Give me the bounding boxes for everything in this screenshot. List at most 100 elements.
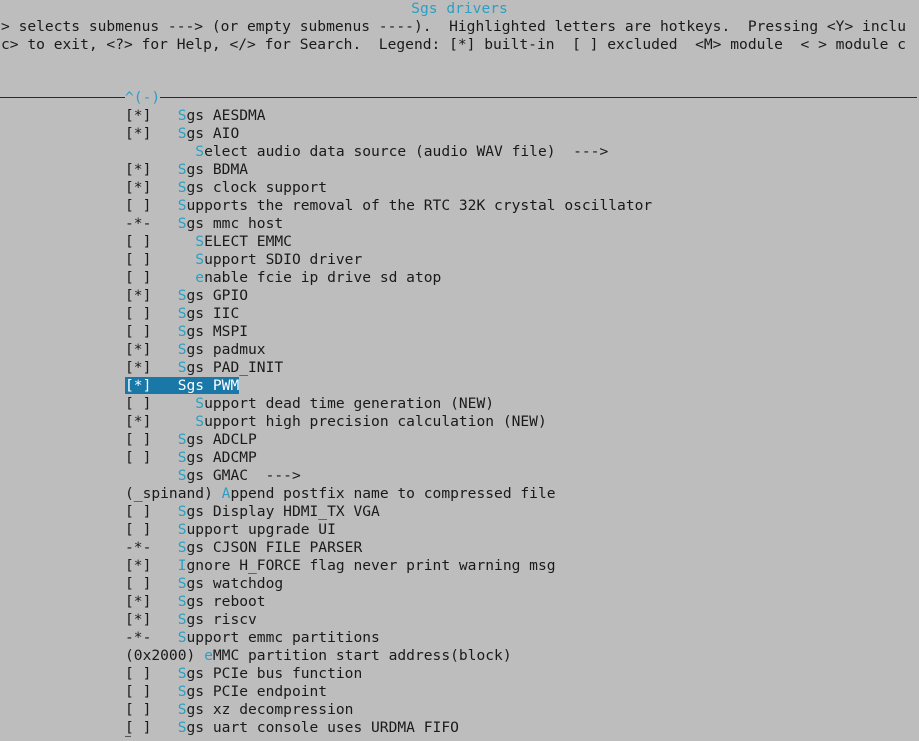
menu-item-label: gs reboot — [186, 593, 266, 610]
menu-item[interactable]: [*] Sgs GPIO — [125, 287, 248, 305]
menu-item-hotkey: S — [177, 287, 187, 304]
menu-item[interactable]: [ ] Supports the removal of the RTC 32K … — [125, 197, 652, 215]
menu-item-state — [125, 467, 178, 484]
menu-item-label: gs IIC — [186, 305, 240, 322]
menu-item-state: [*] — [125, 557, 178, 574]
menu-item-hotkey: I — [177, 557, 187, 574]
menu-item-hotkey: S — [177, 683, 187, 700]
scroll-down-indicator[interactable]: ― — [125, 732, 131, 741]
menu-item-label: ppend postfix name to compressed file — [230, 485, 556, 502]
menu-item-hotkey: S — [177, 215, 187, 232]
menu-item-label: gs clock support — [186, 179, 328, 196]
menu-item-label: gs PCIe bus function — [186, 665, 363, 682]
menu-item[interactable]: [ ] Sgs ADCLP — [125, 431, 257, 449]
scroll-up-indicator[interactable]: ^(-) — [125, 89, 161, 107]
menu-item-state: [ ] — [125, 575, 178, 592]
menu-item-state: [ ] — [125, 503, 178, 520]
menu-item-hotkey: e — [195, 269, 205, 286]
menu-item-hotkey: S — [177, 341, 187, 358]
menu-item-state: [*] — [125, 287, 178, 304]
menu-item-label: gs PCIe endpoint — [186, 683, 328, 700]
menu-item[interactable]: (_spinand) Append postfix name to compre… — [125, 485, 556, 503]
menu-item-state: [ ] — [125, 269, 196, 286]
menu-item[interactable]: Select audio data source (audio WAV file… — [125, 143, 608, 161]
menu-item[interactable]: [*] Sgs riscv — [125, 611, 257, 629]
menu-item-label: upport high precision calculation (NEW) — [204, 413, 547, 430]
menu-item-state: [*] — [125, 413, 196, 430]
menu-item[interactable]: [ ] Sgs PCIe bus function — [125, 665, 362, 683]
menu-item-hotkey: S — [177, 593, 187, 610]
menu-item-hotkey: S — [177, 539, 187, 556]
menu-item-hotkey: S — [177, 431, 187, 448]
menu-item[interactable]: [ ] Support SDIO driver — [125, 251, 362, 269]
menu-item-state — [125, 143, 195, 160]
menu-item[interactable]: -*- Sgs mmc host — [125, 215, 283, 233]
menu-item-hotkey: S — [177, 521, 187, 538]
menu-item-state: [ ] — [125, 449, 178, 466]
menu-item-state: [*] — [125, 107, 178, 124]
menu-item-hotkey: S — [177, 305, 187, 322]
menu-item[interactable]: [ ] SELECT EMMC — [125, 233, 292, 251]
menu-item-hotkey: S — [195, 251, 205, 268]
menu-item-label: upport emmc partitions — [186, 629, 380, 646]
menu-item-label: gs AESDMA — [186, 107, 266, 124]
menu-item[interactable]: -*- Sgs CJSON FILE PARSER — [125, 539, 362, 557]
menu-item-hotkey: S — [177, 323, 187, 340]
menu-item[interactable]: [ ] Sgs xz decompression — [125, 701, 353, 719]
menu-item[interactable]: [ ] enable fcie ip drive sd atop — [125, 269, 441, 287]
menu-item-label: gs mmc host — [186, 215, 284, 232]
menu-item[interactable]: [*] Support high precision calculation (… — [125, 413, 547, 431]
menu-item[interactable]: (0x2000) eMMC partition start address(bl… — [125, 647, 512, 665]
menu-item[interactable]: [*] Sgs reboot — [125, 593, 266, 611]
menu-item-label: upport dead time generation (NEW) — [204, 395, 495, 412]
menu-item-label: gs watchdog — [186, 575, 284, 592]
menu-item[interactable]: [ ] Sgs Display HDMI_TX VGA — [125, 503, 380, 521]
menu-item[interactable]: [*] Ignore H_FORCE flag never print warn… — [125, 557, 556, 575]
menu-item[interactable]: [ ] Sgs ADCMP — [125, 449, 257, 467]
menu-item-label: gs ADCLP — [186, 431, 257, 448]
menu-item-label: MMC partition start address(block) — [212, 647, 512, 664]
menu-item[interactable]: [ ] Support dead time generation (NEW) — [125, 395, 494, 413]
menu-item-hotkey: S — [195, 413, 205, 430]
help-text-line-1: > selects submenus ---> (or empty submen… — [1, 18, 906, 35]
menu-item[interactable]: [ ] Sgs PCIe endpoint — [125, 683, 327, 701]
menu-item[interactable]: [ ] Sgs uart console uses URDMA FIFO — [125, 719, 459, 737]
menu-item-state: -*- — [125, 539, 178, 556]
menu-item[interactable]: [ ] Support upgrade UI — [125, 521, 336, 539]
menu-item[interactable]: [*] Sgs padmux — [125, 341, 266, 359]
menu-item-state: [ ] — [125, 233, 196, 250]
menu-item-hotkey: S — [177, 377, 187, 394]
menu-item-state: [ ] — [125, 323, 178, 340]
menu-item-hotkey: S — [177, 701, 187, 718]
menu-item[interactable]: [*] Sgs clock support — [125, 179, 327, 197]
menu-item-state: -*- — [125, 215, 178, 232]
menu-item-hotkey: S — [195, 143, 205, 160]
menu-item[interactable]: [*] Sgs PAD_INIT — [125, 359, 283, 377]
menu-item[interactable]: -*- Support emmc partitions — [125, 629, 380, 647]
menu-item-state: [*] — [125, 377, 178, 394]
menu-item[interactable]: [*] Sgs AIO — [125, 125, 239, 143]
menu-title: Sgs drivers — [411, 0, 508, 17]
menu-item-label: nable fcie ip drive sd atop — [204, 269, 442, 286]
menu-item-label: gs PAD_INIT — [186, 359, 284, 376]
menu-item-hotkey: S — [177, 719, 187, 736]
menu-item[interactable]: [ ] Sgs MSPI — [125, 323, 248, 341]
menu-item[interactable]: [*] Sgs BDMA — [125, 161, 248, 179]
menu-item-hotkey: S — [195, 395, 205, 412]
menuconfig-terminal: Sgs drivers > selects submenus ---> (or … — [0, 0, 919, 741]
menu-item-label: upports the removal of the RTC 32K cryst… — [186, 197, 653, 214]
menu-item-label: gs riscv — [186, 611, 257, 628]
menu-item-selected[interactable]: [*] Sgs PWM — [125, 377, 240, 395]
menu-item-label: upport upgrade UI — [186, 521, 336, 538]
menu-item[interactable]: Sgs GMAC ---> — [125, 467, 301, 485]
menu-item[interactable]: [ ] Sgs IIC — [125, 305, 239, 323]
menu-item-state: [*] — [125, 341, 178, 358]
menu-item-state: [ ] — [125, 683, 178, 700]
selection-highlight: [*] Sgs PWM — [125, 377, 240, 394]
menu-item[interactable]: [*] Sgs AESDMA — [125, 107, 266, 125]
menu-item-label: elect audio data source (audio WAV file)… — [204, 143, 609, 160]
menu-item-label: gs PWM — [186, 377, 240, 394]
menu-item-label: gs xz decompression — [186, 701, 354, 718]
menu-item-state: [*] — [125, 125, 178, 142]
menu-item[interactable]: [ ] Sgs watchdog — [125, 575, 283, 593]
